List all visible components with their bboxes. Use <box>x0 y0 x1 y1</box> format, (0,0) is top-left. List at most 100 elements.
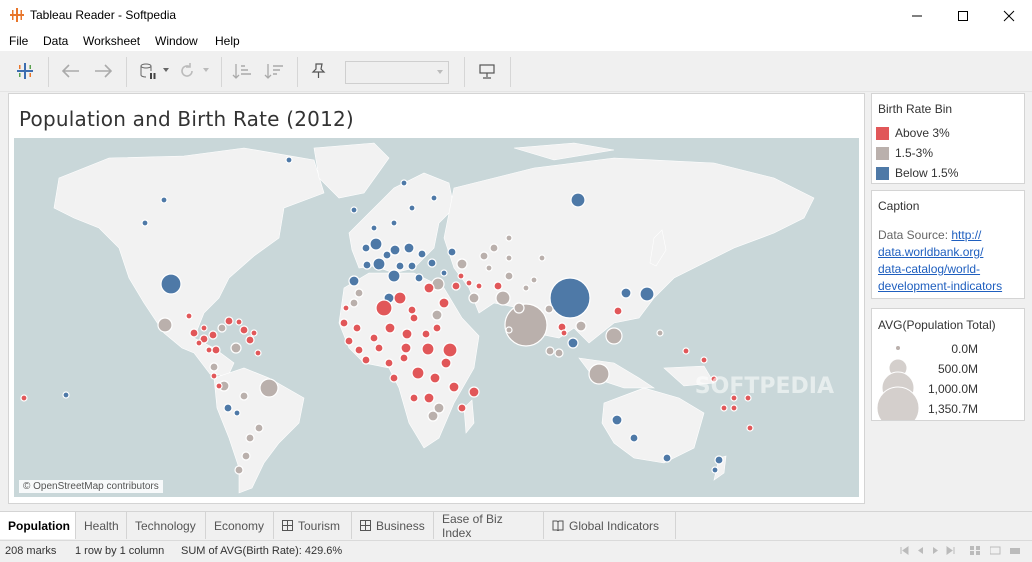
country-mark[interactable] <box>349 298 359 308</box>
country-mark[interactable] <box>285 156 293 164</box>
country-mark[interactable] <box>387 269 401 283</box>
country-mark[interactable] <box>141 219 149 227</box>
country-mark[interactable] <box>440 269 448 277</box>
country-mark[interactable] <box>408 204 416 212</box>
country-mark[interactable] <box>493 281 503 291</box>
country-mark[interactable] <box>417 249 427 259</box>
last-sheet-icon[interactable] <box>946 546 955 555</box>
country-mark[interactable] <box>200 324 208 332</box>
country-mark[interactable] <box>567 337 579 349</box>
sort-ascending-button[interactable] <box>230 59 254 83</box>
tabs-icon[interactable] <box>1010 546 1022 555</box>
country-mark[interactable] <box>361 243 371 253</box>
fit-dropdown[interactable] <box>345 61 449 84</box>
country-mark[interactable] <box>195 339 203 347</box>
country-mark[interactable] <box>432 323 442 333</box>
tab-economy[interactable]: Economy <box>206 512 274 539</box>
country-mark[interactable] <box>390 219 398 227</box>
country-mark[interactable] <box>720 404 728 412</box>
country-mark[interactable] <box>375 299 393 317</box>
country-mark[interactable] <box>62 391 70 399</box>
country-mark[interactable] <box>746 424 754 432</box>
country-mark[interactable] <box>352 323 362 333</box>
country-mark[interactable] <box>239 391 249 401</box>
country-mark[interactable] <box>245 335 255 345</box>
country-mark[interactable] <box>409 393 419 403</box>
country-mark[interactable] <box>382 250 392 260</box>
country-mark[interactable] <box>230 342 242 354</box>
country-mark[interactable] <box>489 243 499 253</box>
country-mark[interactable] <box>629 433 639 443</box>
country-mark[interactable] <box>465 279 473 287</box>
country-mark[interactable] <box>348 275 360 287</box>
country-mark[interactable] <box>401 328 413 340</box>
country-mark[interactable] <box>421 329 431 339</box>
country-mark[interactable] <box>456 258 468 270</box>
country-mark[interactable] <box>730 404 738 412</box>
menu-data[interactable]: Data <box>43 34 68 48</box>
country-mark[interactable] <box>505 254 513 262</box>
pin-button[interactable] <box>306 59 330 83</box>
country-mark[interactable] <box>560 329 568 337</box>
country-mark[interactable] <box>259 378 279 398</box>
country-mark[interactable] <box>538 254 546 262</box>
prev-sheet-icon[interactable] <box>916 546 925 555</box>
country-mark[interactable] <box>505 234 513 242</box>
country-mark[interactable] <box>189 328 199 338</box>
presentation-mode-button[interactable] <box>475 59 499 83</box>
close-button[interactable] <box>986 0 1032 31</box>
country-mark[interactable] <box>245 433 255 443</box>
country-mark[interactable] <box>160 273 182 295</box>
country-mark[interactable] <box>403 242 415 254</box>
country-mark[interactable] <box>250 329 258 337</box>
menu-file[interactable]: File <box>9 34 28 48</box>
country-mark[interactable] <box>421 342 435 356</box>
next-sheet-icon[interactable] <box>931 546 940 555</box>
sort-descending-button[interactable] <box>262 59 286 83</box>
country-mark[interactable] <box>399 353 409 363</box>
map-canvas[interactable]: SOFTPEDIA <box>14 138 859 497</box>
country-mark[interactable] <box>224 316 234 326</box>
first-sheet-icon[interactable] <box>900 546 909 555</box>
tab-global-indicators[interactable]: Global Indicators <box>544 512 676 539</box>
country-mark[interactable] <box>254 349 262 357</box>
legend-item-below[interactable]: Below 1.5% <box>876 165 958 181</box>
country-mark[interactable] <box>447 247 457 257</box>
country-mark[interactable] <box>430 194 438 202</box>
country-mark[interactable] <box>544 304 554 314</box>
country-mark[interactable] <box>208 330 218 340</box>
tab-health[interactable]: Health <box>76 512 127 539</box>
country-mark[interactable] <box>504 303 548 347</box>
tab-ease-of-biz-index[interactable]: Ease of Biz Index <box>434 512 544 540</box>
country-mark[interactable] <box>389 244 401 256</box>
country-mark[interactable] <box>468 292 480 304</box>
country-mark[interactable] <box>475 282 483 290</box>
tab-technology[interactable]: Technology <box>127 512 206 539</box>
country-mark[interactable] <box>407 261 417 271</box>
country-mark[interactable] <box>400 179 408 187</box>
country-mark[interactable] <box>442 342 458 358</box>
country-mark[interactable] <box>423 392 435 404</box>
country-mark[interactable] <box>549 277 591 319</box>
refresh-button[interactable] <box>175 59 199 83</box>
country-mark[interactable] <box>254 423 264 433</box>
forward-button[interactable] <box>91 59 115 83</box>
tab-business[interactable]: Business <box>352 512 434 539</box>
country-mark[interactable] <box>342 304 350 312</box>
country-mark[interactable] <box>414 273 424 283</box>
pause-dropdown-arrow[interactable] <box>163 68 169 72</box>
country-mark[interactable] <box>522 284 530 292</box>
country-mark[interactable] <box>620 287 632 299</box>
country-mark[interactable] <box>513 302 525 314</box>
legend-item-above[interactable]: Above 3% <box>876 125 950 141</box>
country-mark[interactable] <box>431 309 443 321</box>
country-mark[interactable] <box>662 453 672 463</box>
country-mark[interactable] <box>372 257 386 271</box>
country-mark[interactable] <box>438 297 450 309</box>
tableau-logo-button[interactable] <box>13 59 37 83</box>
country-mark[interactable] <box>361 355 371 365</box>
country-mark[interactable] <box>370 224 378 232</box>
country-mark[interactable] <box>211 345 221 355</box>
country-mark[interactable] <box>570 192 586 208</box>
country-mark[interactable] <box>554 348 564 358</box>
